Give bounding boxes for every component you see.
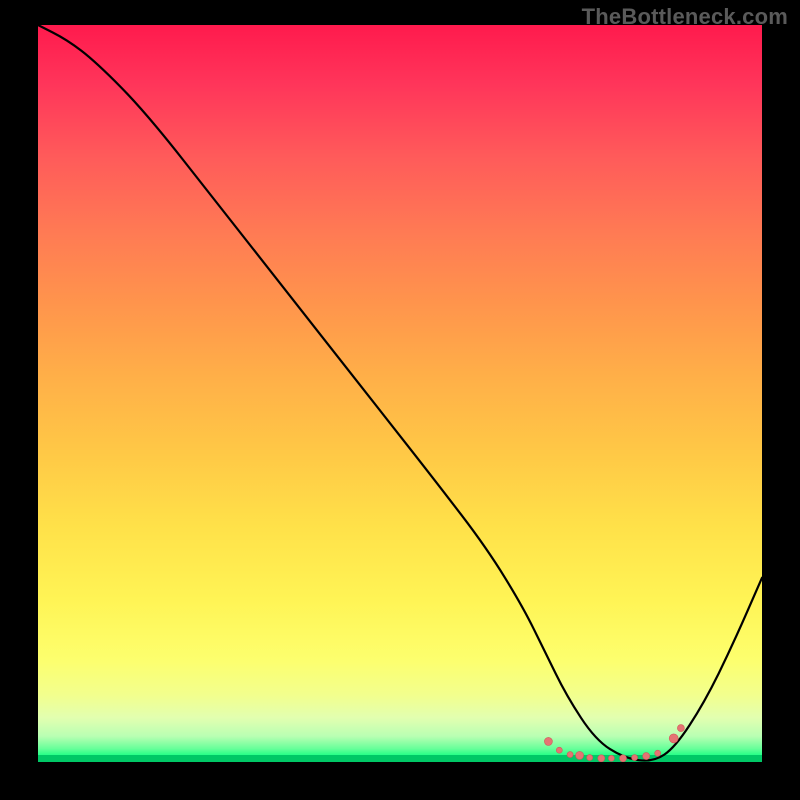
marker-dot	[587, 755, 593, 761]
marker-dot	[576, 751, 584, 759]
marker-dot	[677, 725, 684, 732]
chart-frame: TheBottleneck.com	[0, 0, 800, 800]
plot-area	[38, 25, 762, 762]
marker-dot	[643, 753, 650, 760]
marker-dot	[556, 747, 562, 753]
chart-svg	[38, 25, 762, 762]
marker-dot	[608, 755, 614, 761]
marker-dot	[632, 755, 638, 761]
marker-dot	[669, 734, 678, 743]
marker-dot	[544, 737, 552, 745]
marker-dot	[620, 755, 627, 762]
marker-dot	[598, 755, 605, 762]
curve-path	[38, 25, 762, 761]
marker-dot	[567, 752, 573, 758]
marker-dot	[655, 750, 661, 756]
watermark-text: TheBottleneck.com	[582, 4, 788, 30]
